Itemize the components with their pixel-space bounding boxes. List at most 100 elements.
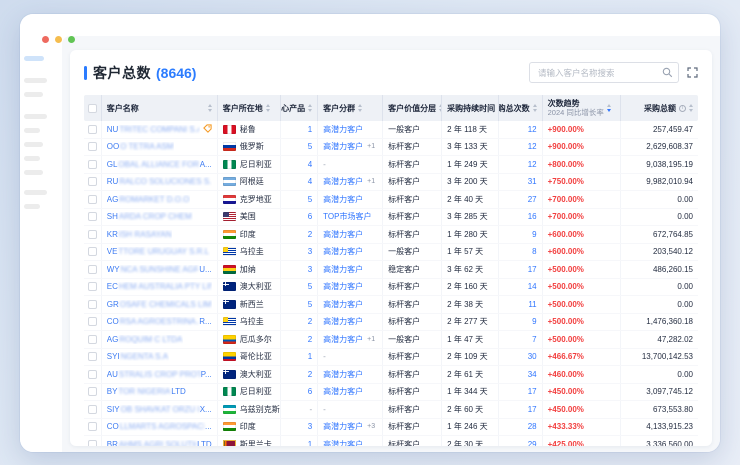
- close-button[interactable]: [42, 36, 49, 43]
- sidebar-skeleton-item[interactable]: [24, 170, 43, 175]
- core-products-value[interactable]: 6: [308, 212, 312, 221]
- core-products-value[interactable]: 5: [308, 142, 312, 151]
- fullscreen-icon[interactable]: [687, 67, 698, 78]
- core-products-value[interactable]: 2: [308, 335, 312, 344]
- customer-name-link[interactable]: SIYOB SHAVKAT ORZU FERMERX...: [107, 405, 212, 414]
- segment-link[interactable]: 高潜力客户: [323, 439, 363, 446]
- customer-name-link[interactable]: AGROQUIM C LTDA: [107, 335, 184, 344]
- purchase-count-value[interactable]: 17: [528, 405, 537, 414]
- customer-name-link[interactable]: VETTORE URUGUAY S.R.L: [107, 247, 210, 256]
- core-products-value[interactable]: 2: [308, 370, 312, 379]
- column-header-core[interactable]: 核心产品: [281, 95, 318, 121]
- core-products-value[interactable]: 4: [308, 160, 312, 169]
- purchase-count-value[interactable]: 14: [528, 282, 537, 291]
- row-checkbox[interactable]: [88, 405, 97, 414]
- sidebar-skeleton-item[interactable]: [24, 190, 47, 195]
- sidebar-skeleton-item[interactable]: [24, 92, 43, 97]
- purchase-count-value[interactable]: 11: [528, 300, 536, 309]
- customer-name-link[interactable]: WYNCA SUNSHINE AGRO PRODU...: [107, 265, 212, 274]
- sidebar-skeleton-item[interactable]: [24, 78, 47, 83]
- purchase-count-value[interactable]: 12: [528, 125, 537, 134]
- customer-name-link[interactable]: COLLMARTS AGROSPACE PRIVATE...: [107, 422, 212, 431]
- sidebar-skeleton-item[interactable]: [24, 128, 40, 133]
- customer-name-link[interactable]: GLOBAL ALLIANCE FOR CHESICA...: [107, 160, 212, 169]
- segment-link[interactable]: 高潜力客户: [323, 299, 363, 310]
- purchase-count-value[interactable]: 31: [528, 177, 537, 186]
- segment-link[interactable]: 高潜力客户: [323, 194, 363, 205]
- row-checkbox[interactable]: [88, 317, 97, 326]
- purchase-count-value[interactable]: 9: [532, 317, 536, 326]
- purchase-count-value[interactable]: 16: [528, 212, 537, 221]
- core-products-value[interactable]: 5: [308, 300, 312, 309]
- customer-name-link[interactable]: GROSAFE CHEMICALS LIMITED: [107, 300, 212, 309]
- row-checkbox[interactable]: [88, 177, 97, 186]
- purchase-count-value[interactable]: 9: [532, 230, 536, 239]
- row-checkbox[interactable]: [88, 247, 97, 256]
- core-products-value[interactable]: 2: [308, 317, 312, 326]
- core-products-value[interactable]: 4: [308, 177, 312, 186]
- purchase-count-value[interactable]: 29: [528, 440, 537, 446]
- sort-icon[interactable]: [689, 104, 693, 112]
- segment-link[interactable]: 高潜力客户: [323, 246, 363, 257]
- customer-name-link[interactable]: SHARDA CROP CHEM: [107, 212, 193, 221]
- row-checkbox[interactable]: [88, 335, 97, 344]
- row-checkbox[interactable]: [88, 387, 97, 396]
- row-checkbox[interactable]: [88, 422, 97, 431]
- segment-link[interactable]: 高潜力客户: [323, 176, 363, 187]
- segment-link[interactable]: 高潜力客户: [323, 316, 363, 327]
- segment-link[interactable]: 高潜力客户: [323, 334, 363, 345]
- customer-name-link[interactable]: SYINGENTA S.A: [107, 352, 169, 361]
- sidebar-skeleton-item[interactable]: [24, 142, 43, 147]
- sidebar-skeleton-item[interactable]: [24, 156, 40, 161]
- row-checkbox[interactable]: [88, 282, 97, 291]
- row-checkbox[interactable]: [88, 300, 97, 309]
- column-header-count[interactable]: 采购总次数: [499, 95, 542, 121]
- minimize-button[interactable]: [55, 36, 62, 43]
- segment-link[interactable]: 高潜力客户: [323, 369, 363, 380]
- core-products-value[interactable]: 6: [308, 387, 312, 396]
- purchase-count-value[interactable]: 7: [532, 335, 536, 344]
- core-products-value[interactable]: 2: [308, 230, 312, 239]
- segment-link[interactable]: 高潜力客户: [323, 281, 363, 292]
- column-header-tier[interactable]: 客户价值分层: [383, 95, 442, 121]
- segment-link[interactable]: 高潜力客户: [323, 264, 363, 275]
- segment-link[interactable]: 高潜力客户: [323, 229, 363, 240]
- segment-link[interactable]: 高潜力客户: [323, 124, 363, 135]
- sidebar-skeleton-item-active[interactable]: [24, 56, 44, 61]
- row-checkbox[interactable]: [88, 125, 97, 134]
- purchase-count-value[interactable]: 28: [528, 422, 537, 431]
- segment-link[interactable]: 高潜力客户: [323, 421, 363, 432]
- purchase-count-value[interactable]: 30: [528, 352, 537, 361]
- customer-name-link[interactable]: BYTOR NIGERIALTD: [107, 387, 186, 396]
- purchase-count-value[interactable]: 17: [528, 265, 537, 274]
- row-checkbox[interactable]: [88, 142, 97, 151]
- row-checkbox[interactable]: [88, 230, 97, 239]
- customer-name-link[interactable]: OOO TETRA ASM: [107, 142, 175, 151]
- purchase-count-value[interactable]: 34: [528, 370, 537, 379]
- row-checkbox[interactable]: [88, 370, 97, 379]
- core-products-value[interactable]: 3: [308, 247, 312, 256]
- sort-icon[interactable]: [266, 104, 270, 112]
- purchase-count-value[interactable]: 8: [532, 247, 536, 256]
- info-icon[interactable]: i: [679, 105, 686, 112]
- column-header-segment[interactable]: 客户分群: [318, 95, 383, 121]
- row-checkbox[interactable]: [88, 212, 97, 221]
- customer-name-link[interactable]: AGROMARKET D.O.O: [107, 195, 191, 204]
- customer-name-link[interactable]: ECHEM AUSTRALIA PTY LIMITED: [107, 282, 212, 291]
- core-products-value[interactable]: 5: [308, 282, 312, 291]
- row-checkbox[interactable]: [88, 160, 97, 169]
- column-header-duration[interactable]: 采购持续时间: [442, 95, 499, 121]
- sidebar-skeleton-item[interactable]: [24, 204, 40, 209]
- core-products-value[interactable]: 1: [308, 125, 312, 134]
- column-header-name[interactable]: 客户名称: [102, 95, 218, 121]
- sort-icon[interactable]: [533, 104, 537, 112]
- customer-name-link[interactable]: NUTRITEC COMPANI S.A.C: [107, 125, 200, 134]
- row-checkbox[interactable]: [88, 440, 97, 446]
- sort-icon[interactable]: [607, 104, 611, 112]
- customer-name-link[interactable]: BRAHMS AGRI SOLUTIONS PVTLTD: [107, 440, 212, 446]
- segment-link[interactable]: 高潜力客户: [323, 141, 363, 152]
- search-input[interactable]: [529, 62, 679, 83]
- row-checkbox[interactable]: [88, 352, 97, 361]
- customer-name-link[interactable]: KRISH RASAYAN: [107, 230, 173, 239]
- row-checkbox[interactable]: [88, 195, 97, 204]
